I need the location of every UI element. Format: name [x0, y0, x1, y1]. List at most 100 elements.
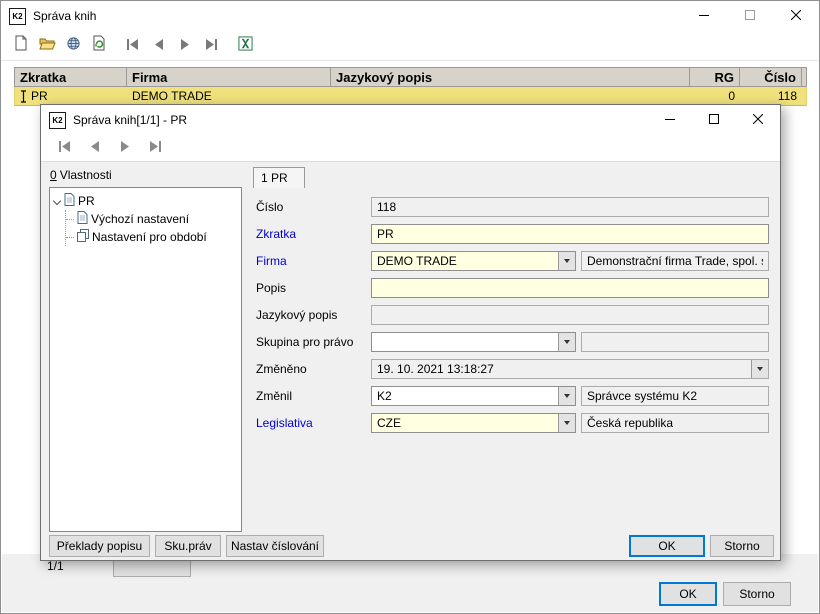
globe-button[interactable]: [61, 34, 85, 58]
next-record-icon: [117, 139, 133, 157]
dialog-maximize-button[interactable]: [692, 105, 736, 135]
first-record-icon: [57, 139, 73, 157]
last-record-button[interactable]: [143, 136, 167, 160]
first-record-icon: [125, 37, 141, 55]
dropdown-arrow-icon[interactable]: [558, 387, 575, 405]
jazykovy-popis-field: [371, 305, 769, 325]
column-header-zkratka[interactable]: Zkratka: [15, 68, 127, 86]
tab-1-pr[interactable]: 1 PR: [253, 167, 305, 188]
main-titlebar: K2 Správa knih: [1, 1, 819, 31]
tree-item-root[interactable]: PR: [52, 192, 239, 210]
dialog-minimize-button[interactable]: [648, 105, 692, 135]
previous-record-button[interactable]: [83, 136, 107, 160]
field-label-firma: Firma: [256, 254, 287, 268]
field-label-jazykovy-popis: Jazykový popis: [256, 308, 338, 322]
record-counter: 1/1: [47, 559, 64, 573]
zmeneno-combo: 19. 10. 2021 13:18:27: [371, 359, 769, 379]
last-record-icon: [203, 37, 219, 55]
cislo-field: 118: [371, 197, 769, 217]
minimize-button[interactable]: [681, 1, 727, 31]
tree-item-nastaveni-pro-obdobi[interactable]: Nastavení pro období: [66, 228, 239, 246]
previous-record-icon: [87, 139, 103, 157]
tree-children: Výchozí nastavení Nastavení pro období: [65, 210, 239, 246]
main-window-title: Správa knih: [33, 9, 97, 23]
legislativa-description-field: Česká republika: [581, 413, 769, 433]
dialog-ok-button[interactable]: OK: [629, 535, 705, 557]
nastav-cislovani-button[interactable]: Nastav číslování: [226, 535, 324, 557]
next-record-button[interactable]: [113, 136, 137, 160]
close-icon: [790, 7, 802, 25]
app-logo-icon: K2: [9, 7, 26, 25]
last-record-button[interactable]: [199, 34, 223, 58]
firma-combo[interactable]: DEMO TRADE: [371, 251, 576, 271]
preklady-popisu-button[interactable]: Překlady popisu: [49, 535, 150, 557]
new-document-icon: [13, 35, 29, 56]
excel-export-button[interactable]: [233, 34, 257, 58]
dialog-close-button[interactable]: [736, 105, 780, 135]
field-label-popis: Popis: [256, 281, 287, 295]
first-record-button[interactable]: [53, 136, 77, 160]
chevron-expanded-icon[interactable]: [52, 197, 61, 206]
cell-cislo: 118: [777, 89, 797, 103]
popis-input[interactable]: [371, 278, 769, 298]
column-header-rg[interactable]: RG: [690, 68, 740, 86]
skupina-pro-pravo-combo[interactable]: [371, 332, 576, 352]
firma-description-field: Demonstrační firma Trade, spol. s r.o.: [581, 251, 769, 271]
next-record-icon: [177, 37, 193, 55]
column-header-cislo[interactable]: Číslo: [740, 68, 802, 86]
form-row-zmenil: Změnil K2 Správce systému K2: [256, 386, 769, 406]
table-header-row: Zkratka Firma Jazykový popis RG Číslo: [14, 67, 807, 87]
dialog-caption-buttons: [648, 105, 780, 135]
open-folder-icon: [38, 36, 56, 56]
legislativa-combo[interactable]: CZE: [371, 413, 576, 433]
first-record-button[interactable]: [121, 34, 145, 58]
zkratka-input[interactable]: PR: [371, 224, 769, 244]
form-row-cislo: Číslo 118: [256, 197, 769, 217]
zmenil-description-field: Správce systému K2: [581, 386, 769, 406]
column-header-jazykovy-popis[interactable]: Jazykový popis: [331, 68, 690, 86]
cell-firma: DEMO TRADE: [132, 89, 212, 103]
dropdown-arrow-icon[interactable]: [558, 333, 575, 351]
close-icon: [752, 111, 764, 129]
book-detail-dialog: K2 Správa knih[1/1] - PR 0 Vlastnosti PR…: [40, 104, 781, 561]
open-folder-button[interactable]: [35, 34, 59, 58]
cell-rg: 0: [728, 89, 735, 103]
form-row-legislativa: Legislativa CZE Česká republika: [256, 413, 769, 433]
skupina-pro-pravo-description-field: [581, 332, 769, 352]
minimize-icon: [699, 7, 709, 25]
globe-icon: [66, 36, 81, 56]
form-row-skupina-pro-pravo: Skupina pro právo: [256, 332, 769, 352]
new-document-button[interactable]: [9, 34, 33, 58]
maximize-icon: [745, 7, 755, 25]
previous-record-button[interactable]: [147, 34, 171, 58]
dialog-storno-button[interactable]: Storno: [710, 535, 774, 557]
caption-buttons: [681, 1, 819, 31]
maximize-icon: [709, 111, 719, 129]
cell-zkratka: PR: [15, 87, 127, 105]
dropdown-arrow-icon[interactable]: [558, 252, 575, 270]
form-row-jazykovy-popis: Jazykový popis: [256, 305, 769, 325]
refresh-button[interactable]: [87, 34, 111, 58]
field-label-legislativa: Legislativa: [256, 416, 313, 430]
maximize-button[interactable]: [727, 1, 773, 31]
zmenil-combo[interactable]: K2: [371, 386, 576, 406]
form-row-firma: Firma DEMO TRADE Demonstrační firma Trad…: [256, 251, 769, 271]
excel-export-icon: [237, 35, 253, 56]
refresh-document-icon: [91, 35, 107, 56]
column-header-firma[interactable]: Firma: [127, 68, 331, 86]
sku-prav-button[interactable]: Sku.práv: [155, 535, 221, 557]
main-ok-button[interactable]: OK: [659, 582, 717, 606]
dropdown-arrow-icon[interactable]: [751, 360, 768, 378]
main-storno-button[interactable]: Storno: [723, 582, 791, 606]
cell-jazykovy-popis: [331, 87, 690, 105]
properties-counter: 0 Vlastnosti: [50, 168, 112, 182]
properties-tree[interactable]: PR Výchozí nastavení Nastavení pro obdob…: [49, 187, 242, 532]
field-label-zmenil: Změnil: [256, 389, 293, 403]
tree-item-vychozi-nastaveni[interactable]: Výchozí nastavení: [66, 210, 239, 228]
dropdown-arrow-icon[interactable]: [558, 414, 575, 432]
last-record-icon: [147, 139, 163, 157]
dialog-title: Správa knih[1/1] - PR: [73, 113, 188, 127]
next-record-button[interactable]: [173, 34, 197, 58]
close-button[interactable]: [773, 1, 819, 31]
form-row-zmeneno: Změněno 19. 10. 2021 13:18:27: [256, 359, 769, 379]
